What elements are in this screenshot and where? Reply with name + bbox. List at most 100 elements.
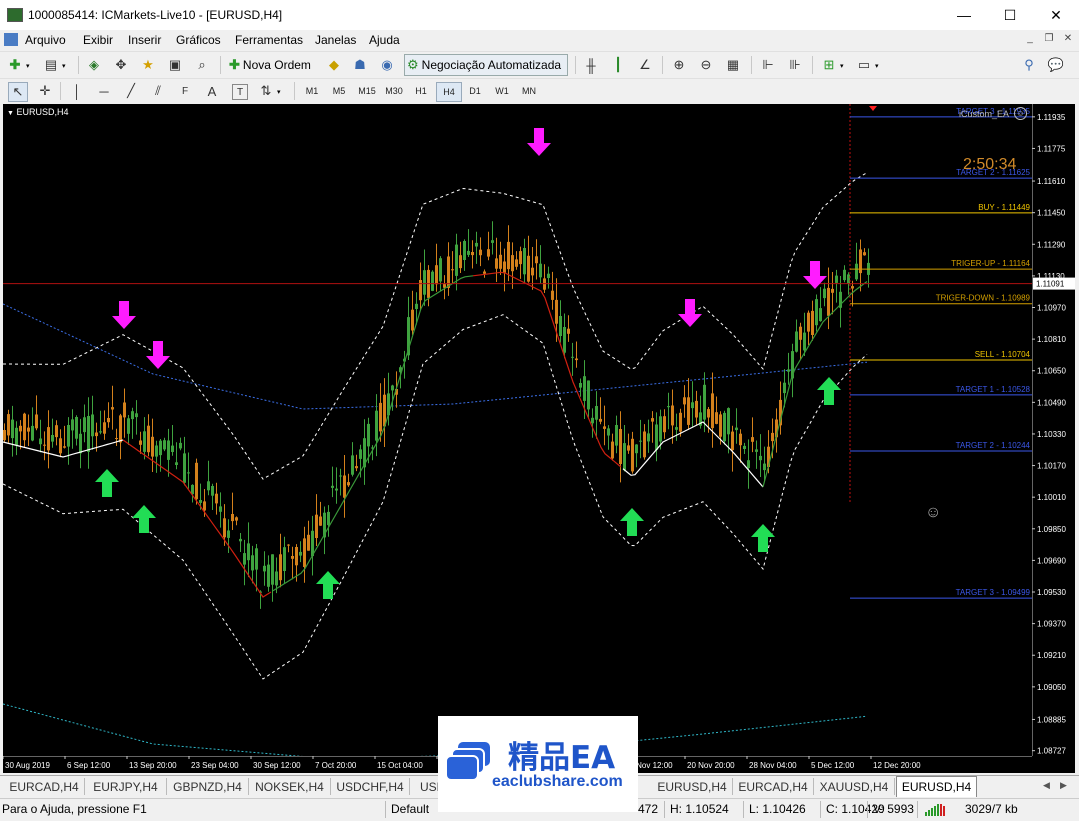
candlestick-icon[interactable]: ┃ <box>609 56 627 74</box>
data-window-icon[interactable]: ✥ <box>112 56 130 74</box>
candle-body <box>367 423 370 447</box>
chart-menu-icon[interactable]: ▼ <box>7 110 14 117</box>
timeframe-m5[interactable]: M5 <box>327 82 351 100</box>
new-chart-icon[interactable]: ✚ <box>6 56 24 74</box>
price-chart[interactable]: TARGET 3 - 1.11935TARGET 2 - 1.11625BUY … <box>3 104 1032 756</box>
line-chart-icon[interactable]: ∠ <box>636 56 654 74</box>
profiles-icon[interactable]: ▤ <box>42 56 60 74</box>
market-watch-icon[interactable]: ◈ <box>85 56 103 74</box>
text-icon[interactable]: A <box>203 82 221 100</box>
candle-body <box>499 254 502 269</box>
candle-body <box>579 383 582 388</box>
tab-gbpnzd[interactable]: GBPNZD,H4 <box>167 778 249 795</box>
search-icon[interactable]: ⚲ <box>1020 56 1038 74</box>
candle-body <box>123 402 126 418</box>
candle-body <box>679 412 682 432</box>
bar-chart-icon[interactable]: ╫ <box>582 56 600 74</box>
zoom-out-icon[interactable]: ⊖ <box>697 56 715 74</box>
timeframe-m15[interactable]: M15 <box>355 82 379 100</box>
equidistant-channel-icon[interactable]: ⫽ <box>149 82 167 100</box>
candle-body <box>687 397 690 425</box>
timeframe-mn[interactable]: MN <box>517 82 541 100</box>
auto-scroll-icon[interactable]: ⊩ <box>759 56 777 74</box>
terminal-icon[interactable]: ▣ <box>166 56 184 74</box>
tab-scroll-left-icon[interactable]: ◀ <box>1043 780 1050 791</box>
vertical-line-icon[interactable]: │ <box>68 82 86 100</box>
minimize-button[interactable]: — <box>941 0 987 30</box>
crosshair-icon[interactable]: ✛ <box>36 82 54 100</box>
new-order-button[interactable]: ✚ Nova Ordem <box>228 54 320 76</box>
community-icon[interactable]: ◉ <box>378 56 396 74</box>
timeframe-h1[interactable]: H1 <box>409 82 433 100</box>
candle-body <box>431 271 434 291</box>
signals-icon[interactable]: ☗ <box>351 56 369 74</box>
status-traffic: 3029/7 kb <box>965 802 1018 816</box>
cursor-icon[interactable]: ↖ <box>8 82 28 102</box>
candle-body <box>627 445 630 451</box>
profiles-dropdown-icon[interactable]: ▾ <box>62 62 66 70</box>
timeframe-m30[interactable]: M30 <box>382 82 406 100</box>
auto-trading-button[interactable]: ⚙ Negociação Automatizada <box>404 54 568 76</box>
menu-inserir[interactable]: Inserir <box>125 32 164 48</box>
menu-ferramentas[interactable]: Ferramentas <box>232 32 306 48</box>
menu-graficos[interactable]: Gráficos <box>173 32 224 48</box>
menu-exibir[interactable]: Exibir <box>80 32 116 48</box>
timeframe-h4[interactable]: H4 <box>436 82 462 102</box>
arrow-shape <box>112 301 136 329</box>
candle-body <box>359 449 362 459</box>
fibonacci-icon[interactable]: F <box>176 82 194 100</box>
tab-noksek[interactable]: NOKSEK,H4 <box>249 778 331 795</box>
tab-scroll-right-icon[interactable]: ▶ <box>1060 780 1067 791</box>
indicators-dropdown-icon[interactable]: ▾ <box>840 62 844 70</box>
price-tick-label: 1.09050 <box>1037 683 1066 692</box>
menu-janelas[interactable]: Janelas <box>312 32 359 48</box>
status-separator <box>664 801 665 818</box>
candle-body <box>71 419 74 431</box>
tab-eurjpy[interactable]: EURJPY,H4 <box>85 778 167 795</box>
new-order-icon: ✚ <box>229 57 240 72</box>
candle-body <box>591 417 594 424</box>
trendline-icon[interactable]: ╱ <box>122 82 140 100</box>
chart-area[interactable]: TARGET 3 - 1.11935 TARGET 2 - 1.11625 BUY … <box>3 104 1075 756</box>
navigator-icon[interactable]: ★ <box>139 56 157 74</box>
templates-icon[interactable]: ▭ <box>855 56 873 74</box>
chart-shift-icon[interactable]: ⊪ <box>786 56 804 74</box>
tile-windows-icon[interactable]: ▦ <box>724 56 742 74</box>
menu-ajuda[interactable]: Ajuda <box>366 32 403 48</box>
templates-dropdown-icon[interactable]: ▾ <box>875 62 879 70</box>
candle-body <box>231 514 234 522</box>
text-label-icon[interactable]: T <box>232 84 248 100</box>
chat-icon[interactable]: 💬 <box>1047 56 1065 74</box>
arrows-dropdown-icon[interactable]: ▾ <box>277 88 281 96</box>
zoom-in-icon[interactable]: ⊕ <box>670 56 688 74</box>
tab-eurcad[interactable]: EURCAD,H4 <box>4 778 85 795</box>
candle-body <box>115 438 118 439</box>
mdi-minimize-button[interactable]: _ <box>1023 33 1037 44</box>
maximize-button[interactable]: ☐ <box>987 0 1033 30</box>
candle-body <box>671 405 674 426</box>
new-chart-dropdown-icon[interactable]: ▾ <box>26 62 30 70</box>
tab-xauusd[interactable]: XAUUSD,H4 <box>814 778 895 795</box>
arrow-shape <box>751 524 775 552</box>
strategy-tester-icon[interactable]: ⌕ <box>193 56 211 74</box>
tab-eurusd[interactable]: EURUSD,H4 <box>652 778 733 795</box>
mdi-restore-button[interactable]: ❐ <box>1042 33 1056 44</box>
horizontal-line-icon[interactable]: ─ <box>95 82 113 100</box>
candle-body <box>491 240 494 243</box>
arrows-icon[interactable]: ⇅ <box>257 82 275 100</box>
timeframe-w1[interactable]: W1 <box>490 82 514 100</box>
candle-body <box>183 453 186 483</box>
tab-eurcad[interactable]: EURCAD,H4 <box>733 778 814 795</box>
candle-body <box>415 303 418 309</box>
timeframe-m1[interactable]: M1 <box>300 82 324 100</box>
candle-body <box>575 358 578 361</box>
metaeditor-icon[interactable]: ◆ <box>325 56 343 74</box>
indicators-icon[interactable]: ⊞ <box>820 56 838 74</box>
tab-eurusd-active[interactable]: EURUSD,H4 <box>896 776 977 797</box>
mdi-close-button[interactable]: ✕ <box>1061 33 1075 44</box>
timeframe-d1[interactable]: D1 <box>463 82 487 100</box>
candle-body <box>639 440 642 442</box>
menu-arquivo[interactable]: Arquivo <box>22 32 69 48</box>
tab-usdchf[interactable]: USDCHF,H4 <box>331 778 410 795</box>
close-button[interactable]: ✕ <box>1033 0 1079 30</box>
